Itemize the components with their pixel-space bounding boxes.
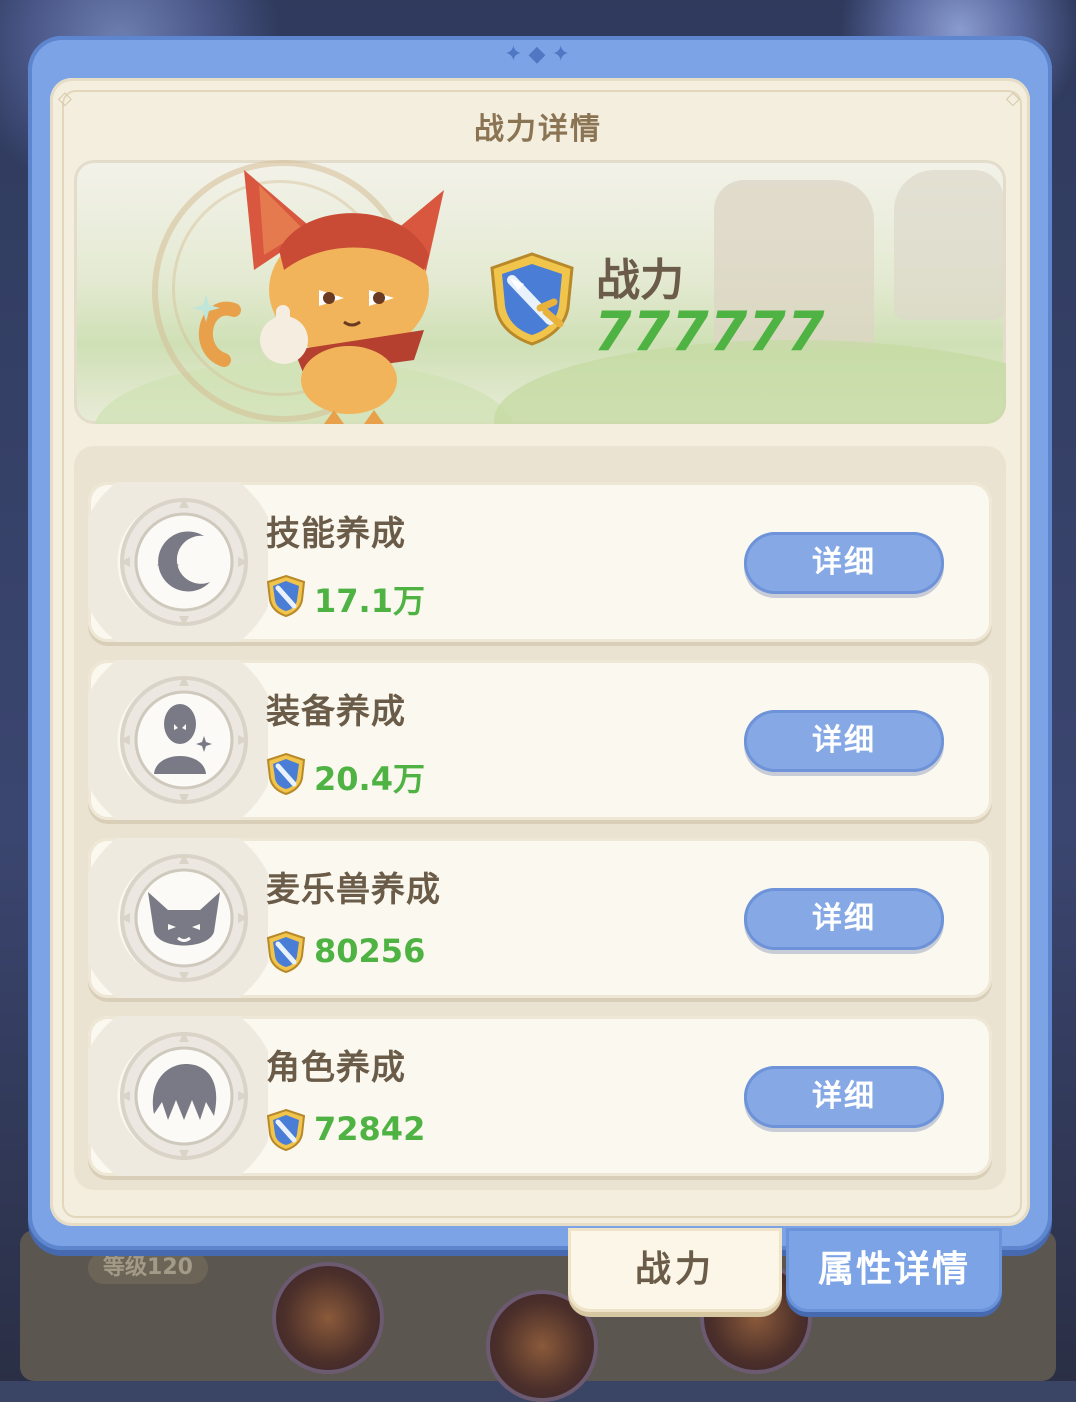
item-name-equipment: 装备养成 <box>266 692 406 732</box>
detail-button-character[interactable]: 详细 <box>744 1066 944 1128</box>
power-shield-icon <box>266 574 306 618</box>
power-shield-icon <box>490 252 574 346</box>
power-shield-icon <box>266 930 306 974</box>
item-value-equipment: 20.4万 <box>314 760 425 798</box>
moon-star-icon <box>120 498 248 626</box>
detail-button-skill[interactable]: 详细 <box>744 532 944 594</box>
item-name-pet: 麦乐兽养成 <box>266 870 441 910</box>
detail-button-equipment[interactable]: 详细 <box>744 710 944 772</box>
armor-figure-icon <box>120 676 248 804</box>
item-name-skill: 技能养成 <box>266 514 406 554</box>
cat-mascot-illustration <box>199 170 444 424</box>
tab-power[interactable]: 战力 <box>568 1228 782 1312</box>
item-name-character: 角色养成 <box>266 1048 406 1088</box>
detail-button-pet[interactable]: 详细 <box>744 888 944 950</box>
power-value: 777777 <box>594 300 826 363</box>
cat-face-icon <box>120 854 248 982</box>
item-value-pet: 80256 <box>314 932 426 970</box>
hair-portrait-icon <box>120 1032 248 1160</box>
power-label: 战力 <box>596 255 684 306</box>
item-value-skill: 17.1万 <box>314 582 425 620</box>
sparkle-icon <box>192 294 220 322</box>
background-level-badge: 等级120 <box>88 1252 208 1284</box>
power-shield-icon <box>266 752 306 796</box>
item-value-character: 72842 <box>314 1110 426 1148</box>
tab-attribute-details[interactable]: 属性详情 <box>786 1228 1002 1312</box>
power-shield-icon <box>266 1108 306 1152</box>
sparkle-ornament-icon: ✦◆✦ <box>504 42 576 67</box>
background-skill-node <box>272 1262 384 1374</box>
panel-title: 战力详情 <box>474 112 602 147</box>
background-rock <box>894 170 1004 320</box>
